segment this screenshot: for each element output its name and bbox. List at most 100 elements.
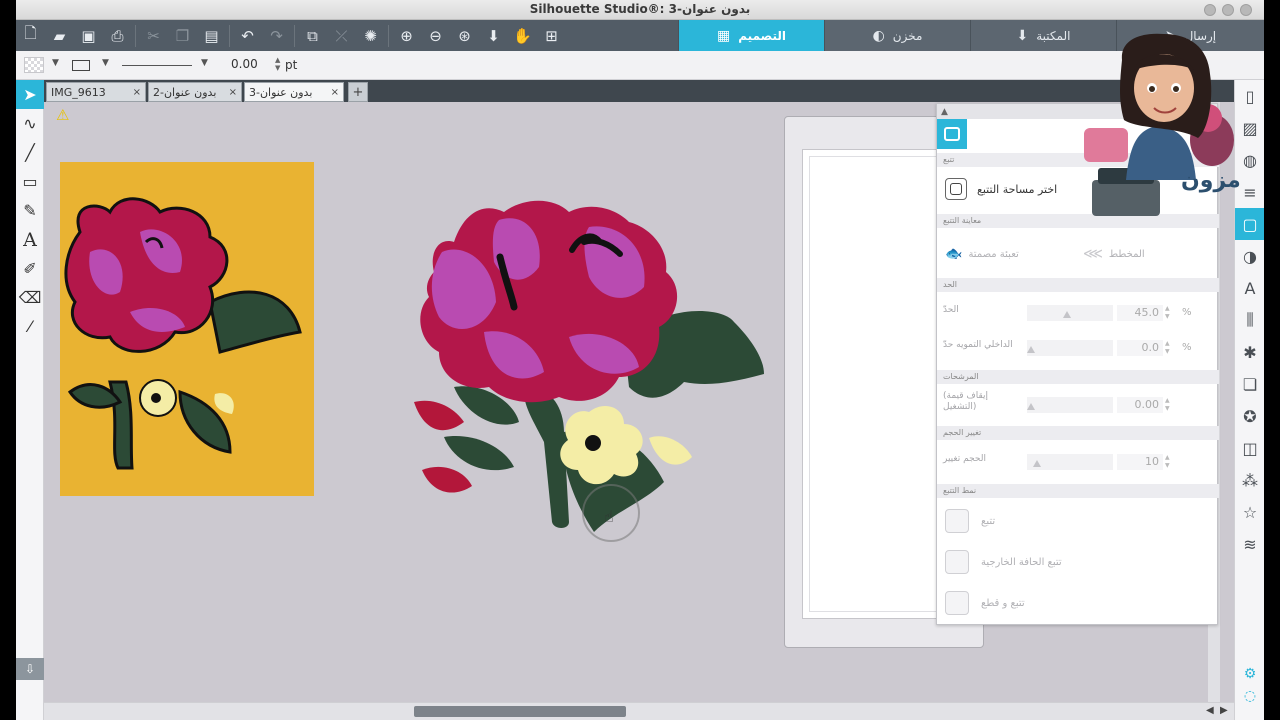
cut-icon[interactable]: ✂ <box>139 20 168 51</box>
text-style-icon[interactable]: A <box>1235 272 1264 304</box>
open-folder-icon[interactable]: ▰ <box>45 20 74 51</box>
tab-store[interactable]: ◐ مخزن <box>824 20 970 51</box>
rectangle-tool-icon[interactable]: ▭ <box>16 167 44 196</box>
modify-icon[interactable]: ✪ <box>1235 400 1264 432</box>
select-trace-area-button[interactable]: اختر مساحة التتبع <box>945 178 1057 200</box>
tab-design[interactable]: ▦ التصميم <box>678 20 824 51</box>
hand-cursor-icon: ☝ <box>604 507 614 526</box>
line-weight-input[interactable]: 0.00 <box>231 57 277 74</box>
doc-tab-untitled-2[interactable]: بدون عنوان-2 × <box>148 82 242 102</box>
select-area-icon <box>945 178 967 200</box>
highpass-input[interactable]: 0.00 <box>1117 397 1163 413</box>
left-toolbar: ➤ ∿ ╱ ▭ ✎ A ✐ ⌫ ⁄ ⇩ <box>16 80 44 720</box>
print-icon[interactable]: ⎙ <box>103 20 132 51</box>
zoom-region-icon[interactable]: ⊞ <box>537 20 566 51</box>
sync-icon[interactable]: ◌ <box>1235 688 1264 704</box>
trace-button[interactable]: تتبع <box>945 509 995 533</box>
knife-panel-icon[interactable]: ◫ <box>1235 432 1264 464</box>
section-filters: المرشحات <box>937 370 1219 384</box>
close-icon[interactable]: × <box>133 87 141 98</box>
close-button[interactable] <box>1240 4 1252 16</box>
scroll-right-icon[interactable]: ▶ <box>1220 705 1228 716</box>
app-window: Silhouette Studio®: بدون عنوان-3 🗋 ▰ ▣ ⎙… <box>16 0 1264 720</box>
replicate-icon[interactable]: ❏ <box>1235 368 1264 400</box>
preview-outline-option[interactable]: ⋘ المخطط <box>1083 246 1145 262</box>
highpass-stepper[interactable]: ▲ ▼ <box>1165 397 1170 413</box>
knife-tool-icon[interactable]: ✐ <box>16 254 44 283</box>
section-scale: تغيير الحجم <box>937 426 1219 440</box>
fill-color-swatch[interactable] <box>24 57 44 73</box>
select-arrow-icon[interactable]: ➤ <box>16 80 44 109</box>
chevron-down-icon[interactable]: ▼ <box>52 58 59 68</box>
ungroup-icon[interactable]: ⤫ <box>327 20 356 51</box>
doc-tab-untitled-3[interactable]: بدون عنوان-3 × <box>244 82 344 102</box>
trace-panel-icon[interactable] <box>937 119 967 149</box>
offset-icon[interactable]: ◑ <box>1235 240 1264 272</box>
new-file-icon[interactable]: 🗋 <box>16 20 45 51</box>
highpass-slider[interactable] <box>1027 397 1113 413</box>
pen-tool-icon[interactable]: ✎ <box>16 196 44 225</box>
chevron-down-icon[interactable]: ▼ <box>102 58 109 68</box>
select-all-icon[interactable]: ✺ <box>356 20 385 51</box>
doc-tab-img[interactable]: IMG_9613 × <box>46 82 146 102</box>
zoom-fit-icon[interactable]: ⊛ <box>450 20 479 51</box>
paste-icon[interactable]: ▤ <box>197 20 226 51</box>
settings-gear-icon[interactable]: ⚙ <box>1235 666 1264 682</box>
document-tabs: IMG_9613 × بدون عنوان-2 × بدون عنوان-3 ×… <box>44 80 1236 102</box>
fish-solid-icon: 🐟 <box>945 246 963 262</box>
watermark-logo <box>1084 33 1234 216</box>
eyedropper-icon[interactable]: ⁄ <box>16 312 44 341</box>
preview-solid-option[interactable]: 🐟 تعبئة مصمتة <box>945 246 1019 262</box>
threshold-stepper[interactable]: ▲ ▼ <box>1165 305 1170 321</box>
threshold-slider[interactable] <box>1027 305 1113 321</box>
transform-icon[interactable]: ✱ <box>1235 336 1264 368</box>
point-edit-icon[interactable]: ∿ <box>16 109 44 138</box>
blur-slider[interactable] <box>1027 340 1113 356</box>
download-icon[interactable]: ⇩ <box>16 658 44 680</box>
trace-detach-icon <box>945 591 969 615</box>
copy-icon[interactable]: ❐ <box>168 20 197 51</box>
align-icon[interactable]: ⫼ <box>1235 304 1264 336</box>
scale-slider[interactable] <box>1027 454 1113 470</box>
scroll-left-icon[interactable]: ◀ <box>1206 705 1214 716</box>
section-style: نمط التتبع <box>937 484 1219 498</box>
move-down-icon[interactable]: ⬇ <box>479 20 508 51</box>
options-bar: ▼ ▼ ▼ 0.00 ▲ ▼ pt <box>16 51 1264 80</box>
line-tool-icon[interactable]: ╱ <box>16 138 44 167</box>
scale-input[interactable]: 10 <box>1117 454 1163 470</box>
trace-and-detach-button[interactable]: تتبع و قطع <box>945 591 1025 615</box>
zoom-button[interactable] <box>1222 4 1234 16</box>
line-style-preview[interactable] <box>122 65 192 66</box>
chevron-down-icon[interactable]: ▼ <box>201 58 208 68</box>
close-icon[interactable]: × <box>229 87 237 98</box>
fish-outline-icon: ⋘ <box>1083 246 1103 262</box>
library-icon: ⬇ <box>1016 27 1029 44</box>
favorites-star-icon[interactable]: ☆ <box>1235 496 1264 528</box>
grid-icon: ▦ <box>717 27 731 44</box>
threshold-input[interactable]: 45.0 <box>1117 305 1163 321</box>
blur-input[interactable]: 0.0 <box>1117 340 1163 356</box>
eraser-tool-icon[interactable]: ⌫ <box>16 283 44 312</box>
horizontal-scroll-thumb[interactable] <box>414 706 626 717</box>
minimize-button[interactable] <box>1204 4 1216 16</box>
close-icon[interactable]: × <box>331 87 339 98</box>
main-toolbar: 🗋 ▰ ▣ ⎙ ✂ ❐ ▤ ↶ ↷ ⧉ ⤫ ✺ ⊕ ⊖ ⊛ ⬇ ✋ ⊞ ▦ ال… <box>16 20 1264 51</box>
text-tool-icon[interactable]: A <box>16 225 44 254</box>
line-weight-stepper[interactable]: ▲ ▼ <box>275 56 280 72</box>
pan-hand-icon[interactable]: ✋ <box>508 20 537 51</box>
trace-outer-edge-button[interactable]: تتبع الحافة الخارجية <box>945 550 1062 574</box>
line-style-icon[interactable] <box>72 60 90 71</box>
undo-icon[interactable]: ↶ <box>233 20 262 51</box>
sketch-icon[interactable]: ⁂ <box>1235 464 1264 496</box>
group-icon[interactable]: ⧉ <box>298 20 327 51</box>
zoom-out-icon[interactable]: ⊖ <box>421 20 450 51</box>
save-icon[interactable]: ▣ <box>74 20 103 51</box>
add-tab-button[interactable]: + <box>348 82 368 102</box>
layers-icon[interactable]: ≋ <box>1235 528 1264 560</box>
scale-stepper[interactable]: ▲ ▼ <box>1165 454 1170 470</box>
horizontal-scrollbar[interactable]: ◀ ▶ <box>44 702 1236 720</box>
blur-stepper[interactable]: ▲ ▼ <box>1165 340 1170 356</box>
window-title: Silhouette Studio®: بدون عنوان-3 <box>529 2 751 16</box>
redo-icon[interactable]: ↷ <box>262 20 291 51</box>
zoom-in-icon[interactable]: ⊕ <box>392 20 421 51</box>
